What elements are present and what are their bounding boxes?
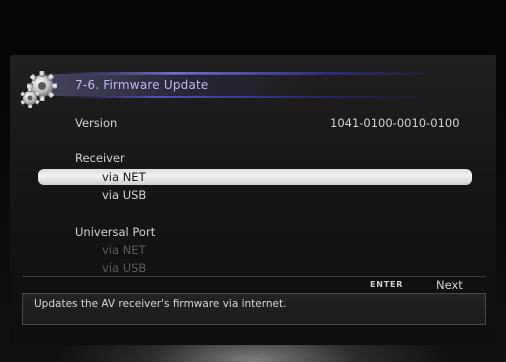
- help-message-text: Updates the AV receiver's firmware via i…: [34, 298, 287, 310]
- page-title: 7-6. Firmware Update: [75, 78, 209, 92]
- title-accent-line-bottom: [60, 96, 440, 98]
- receiver-heading: Receiver: [75, 151, 125, 165]
- menu-item-receiver-via-net-label: via NET: [102, 170, 146, 184]
- gears-icon: [18, 70, 74, 110]
- universal-port-heading: Universal Port: [75, 225, 156, 239]
- enter-key-hint: ENTER: [370, 280, 404, 289]
- firmware-update-screen: 7-6. Firmware Update Version 1041-0100-0…: [0, 0, 506, 362]
- menu-item-universal-via-usb: via USB: [102, 261, 147, 275]
- version-label: Version: [75, 116, 118, 130]
- version-value: 1041-0100-0010-0100: [330, 116, 460, 130]
- footer-divider: [22, 276, 486, 277]
- menu-item-receiver-via-usb[interactable]: via USB: [102, 188, 146, 202]
- next-action-label: Next: [436, 278, 463, 292]
- menu-item-universal-via-net: via NET: [102, 243, 146, 257]
